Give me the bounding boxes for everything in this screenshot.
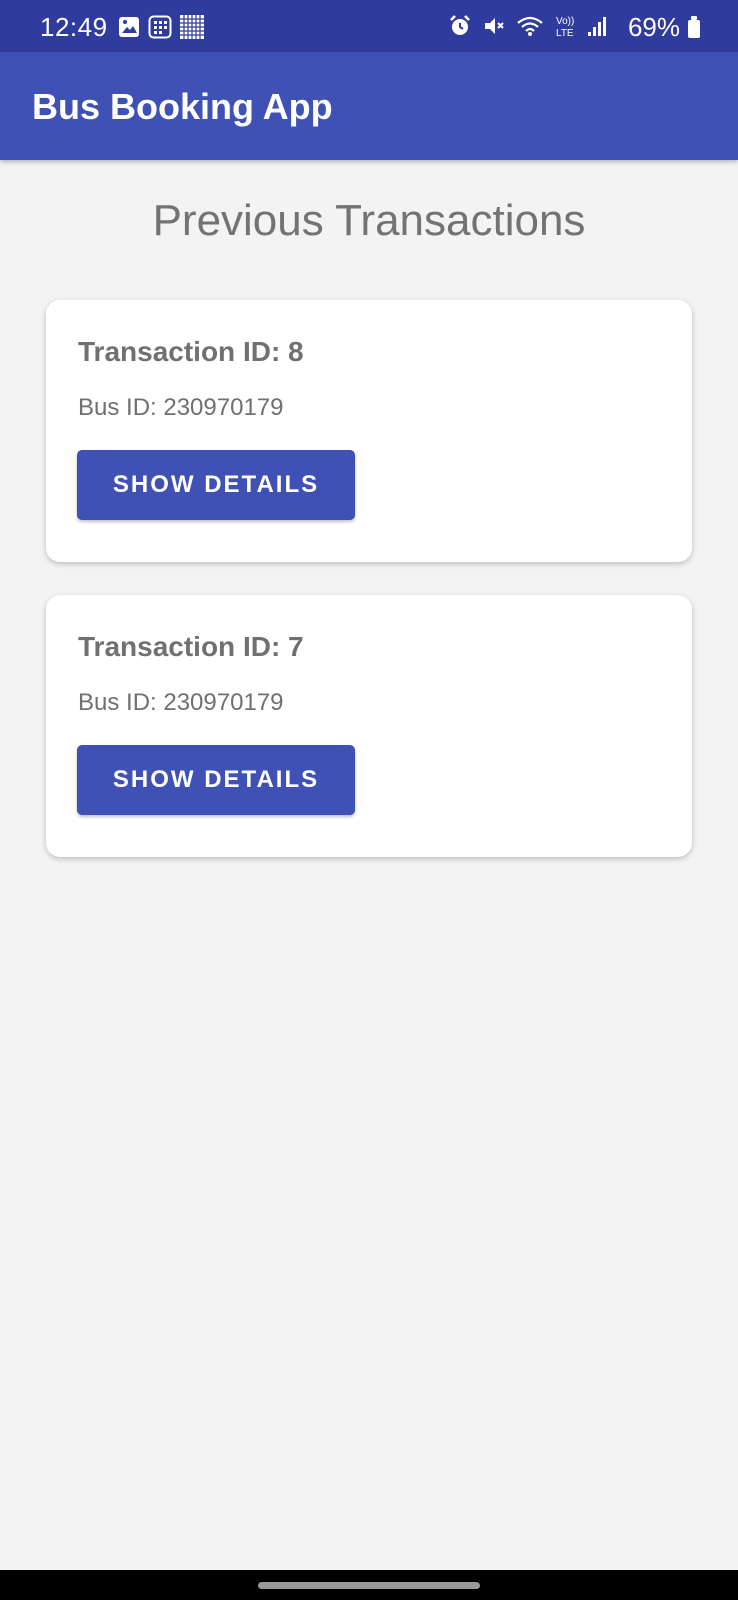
battery-icon <box>688 16 700 38</box>
calculator-icon <box>148 15 172 39</box>
signal-icon <box>588 15 608 37</box>
gallery-icon <box>118 16 140 38</box>
home-gesture-handle[interactable] <box>258 1582 480 1589</box>
transaction-card: Transaction ID: 7 Bus ID: 230970179 SHOW… <box>46 595 692 857</box>
status-bar: 12:49 Vo)) LTE 69% <box>0 0 738 52</box>
status-time: 12:49 <box>40 12 108 42</box>
bus-id: Bus ID: 230970179 <box>78 689 284 716</box>
volte-icon: Vo)) LTE <box>554 13 578 39</box>
show-details-button[interactable]: SHOW DETAILS <box>77 745 355 815</box>
show-details-button[interactable]: SHOW DETAILS <box>77 450 355 520</box>
battery-percentage: 69% <box>627 12 680 42</box>
bus-id: Bus ID: 230970179 <box>78 394 284 421</box>
app-bar: Bus Booking App <box>0 52 738 160</box>
transaction-id: Transaction ID: 8 <box>78 336 304 367</box>
svg-text:Vo)): Vo)) <box>556 16 574 27</box>
svg-text:LTE: LTE <box>556 28 574 39</box>
qr-icon <box>180 15 204 39</box>
mute-icon <box>482 14 506 38</box>
transaction-id: Transaction ID: 7 <box>78 631 304 662</box>
status-right-icons: Vo)) LTE <box>448 13 608 39</box>
wifi-icon <box>516 14 544 38</box>
transaction-card: Transaction ID: 8 Bus ID: 230970179 SHOW… <box>46 300 692 562</box>
navigation-bar <box>0 1570 738 1600</box>
status-left-icons <box>118 15 204 39</box>
alarm-icon <box>448 14 472 38</box>
page-title: Previous Transactions <box>152 196 586 245</box>
app-title: Bus Booking App <box>32 86 333 127</box>
